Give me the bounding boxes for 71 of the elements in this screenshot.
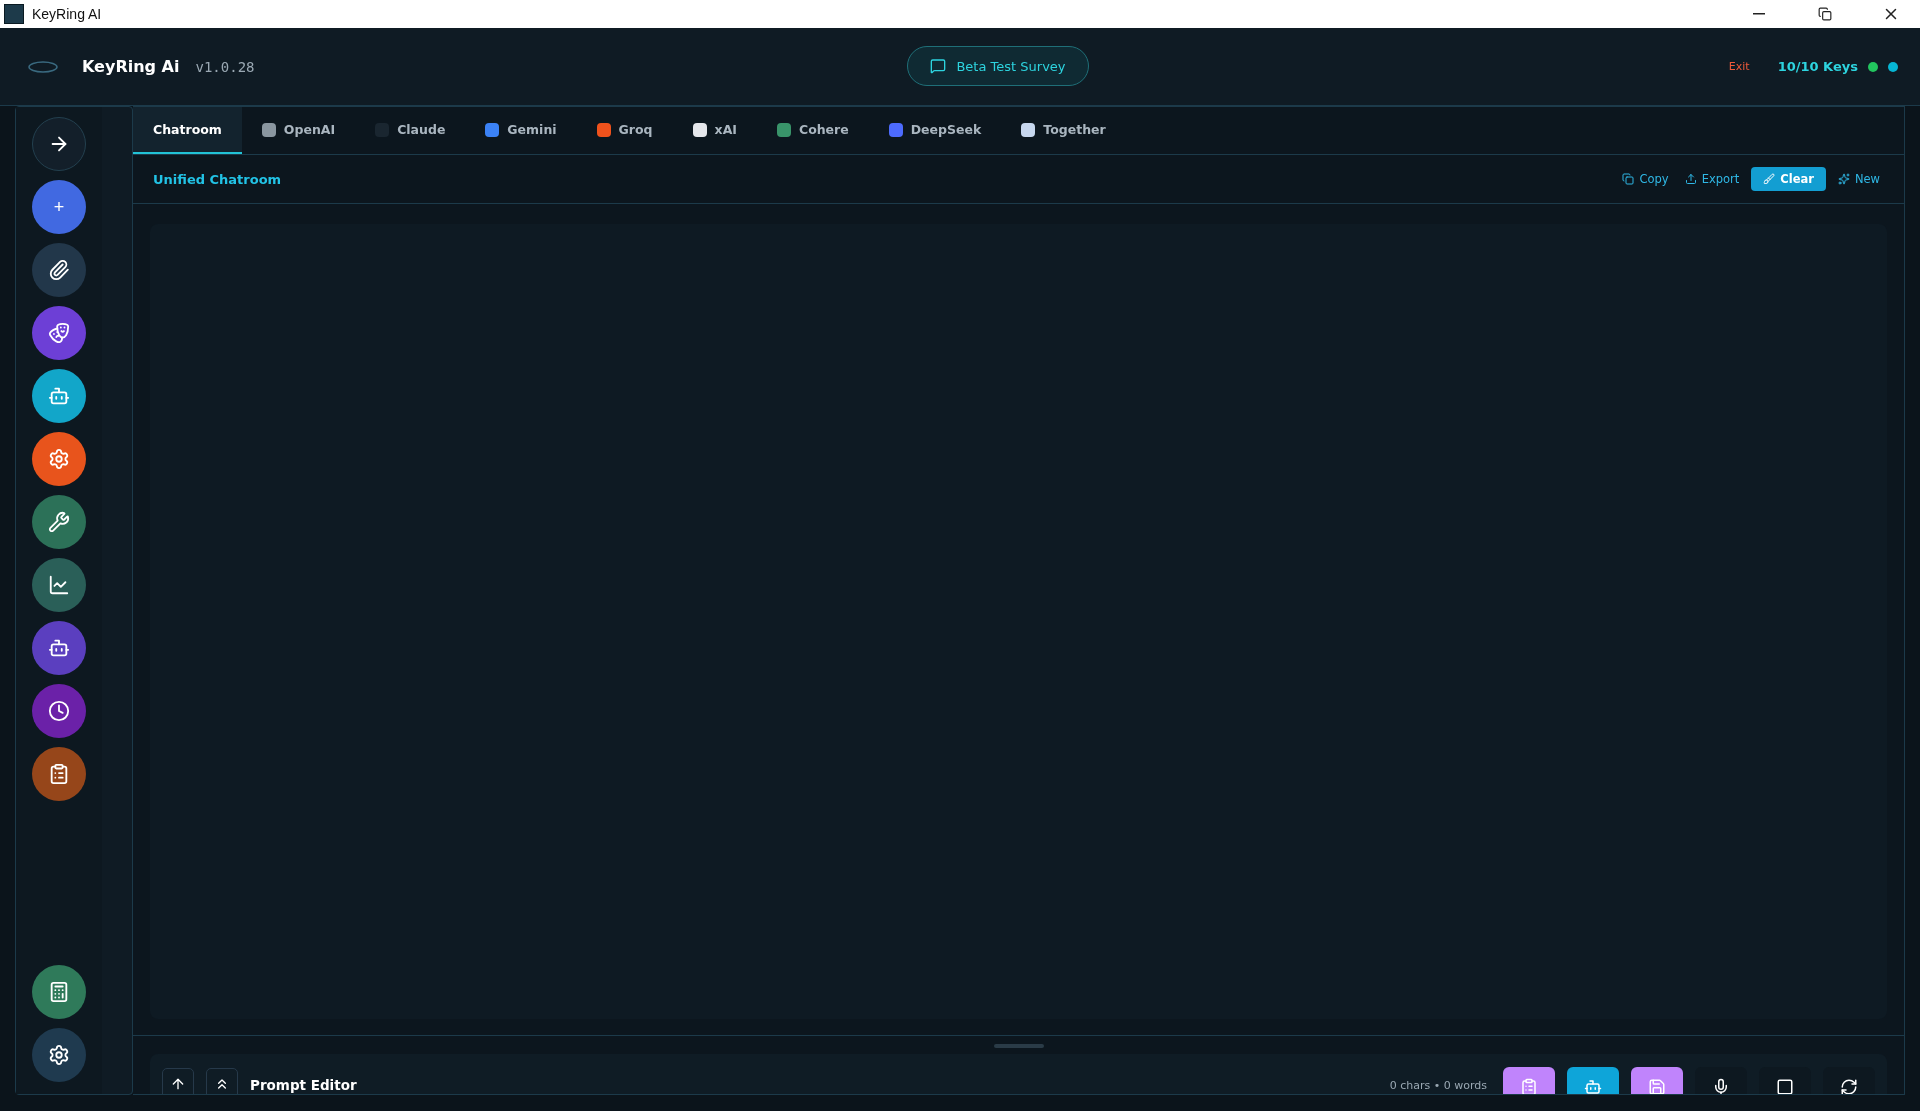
clear-icon: [1763, 173, 1776, 185]
bot-button[interactable]: [32, 621, 86, 675]
bot-icon: [48, 637, 70, 659]
arrow-up-icon: [170, 1076, 186, 1092]
window-title: KeyRing AI: [32, 6, 103, 22]
clip-icon: [48, 259, 70, 281]
provider-tab[interactable]: Cohere: [756, 107, 869, 154]
resize-handle[interactable]: [993, 1044, 1044, 1048]
provider-tab[interactable]: Chatroom: [133, 107, 242, 154]
logo-icon: [28, 60, 58, 73]
tools-button[interactable]: [32, 495, 86, 549]
robot-icon: [1584, 1078, 1602, 1094]
clipboard-icon: [1520, 1078, 1538, 1094]
chat-bubble-icon: [930, 58, 947, 74]
provider-icon: [888, 122, 903, 137]
tools-icon: [48, 511, 70, 533]
minimize-icon: [1753, 13, 1765, 15]
save-icon: [1648, 1078, 1666, 1094]
survey-button[interactable]: Beta Test Survey: [907, 46, 1089, 86]
collapse-button[interactable]: [206, 1068, 238, 1094]
provider-tab[interactable]: Gemini: [465, 107, 577, 154]
add-button[interactable]: +: [32, 180, 86, 234]
provider-tab[interactable]: OpenAI: [241, 107, 356, 154]
provider-icon: [261, 122, 276, 137]
app-name: KeyRing Ai: [82, 57, 180, 76]
new-button[interactable]: New: [1833, 167, 1884, 191]
export-icon: [1684, 173, 1697, 185]
clock-button[interactable]: [32, 684, 86, 738]
version-label: v1.0.28: [195, 58, 255, 75]
provider-tab[interactable]: DeepSeek: [868, 107, 1002, 154]
expand-button[interactable]: [162, 1068, 194, 1094]
gear-icon: [48, 1044, 70, 1066]
clipboard-icon: [48, 763, 70, 785]
app-icon: [4, 4, 24, 24]
chat-title: Unified Chatroom: [153, 171, 283, 187]
provider-tab[interactable]: Claude: [355, 107, 466, 154]
provider-icon: [692, 122, 707, 137]
gear-icon: [48, 448, 70, 470]
chart-button[interactable]: [32, 558, 86, 612]
prompt-editor-title: Prompt Editor: [250, 1077, 357, 1093]
robot-button[interactable]: [32, 369, 86, 423]
chart-icon: [48, 574, 70, 596]
mic-icon: [1712, 1078, 1730, 1094]
keys-count: 10/10 Keys: [1777, 59, 1858, 74]
calculator-button[interactable]: [32, 965, 86, 1019]
masks-icon: [48, 322, 70, 344]
provider-icon: [596, 122, 611, 137]
robot-icon: [48, 385, 70, 407]
masks-button[interactable]: [32, 306, 86, 360]
restore-icon: [1818, 7, 1832, 21]
clipboard-button[interactable]: [32, 747, 86, 801]
stop-icon: [1776, 1078, 1794, 1094]
provider-tab[interactable]: Together: [1001, 107, 1126, 154]
refresh-icon: [1840, 1078, 1858, 1094]
arrow-button[interactable]: [32, 117, 86, 171]
copy-button[interactable]: Copy: [1618, 167, 1673, 191]
provider-tab[interactable]: Groq: [576, 107, 673, 154]
provider-icon: [1021, 122, 1036, 137]
calculator-icon: [48, 981, 70, 1003]
character-counter: 0 chars • 0 words: [1389, 1078, 1487, 1092]
export-button[interactable]: Export: [1680, 167, 1744, 191]
provider-icon: [776, 122, 791, 137]
provider-tab[interactable]: xAI: [672, 107, 757, 154]
new-icon: [1837, 173, 1850, 185]
gear-button[interactable]: [32, 432, 86, 486]
clock-icon: [48, 700, 70, 722]
clip-button[interactable]: [32, 243, 86, 297]
exit-link[interactable]: Exit: [1728, 60, 1750, 73]
gear-button[interactable]: [32, 1028, 86, 1082]
copy-icon: [1622, 173, 1635, 185]
provider-icon: [485, 122, 500, 137]
